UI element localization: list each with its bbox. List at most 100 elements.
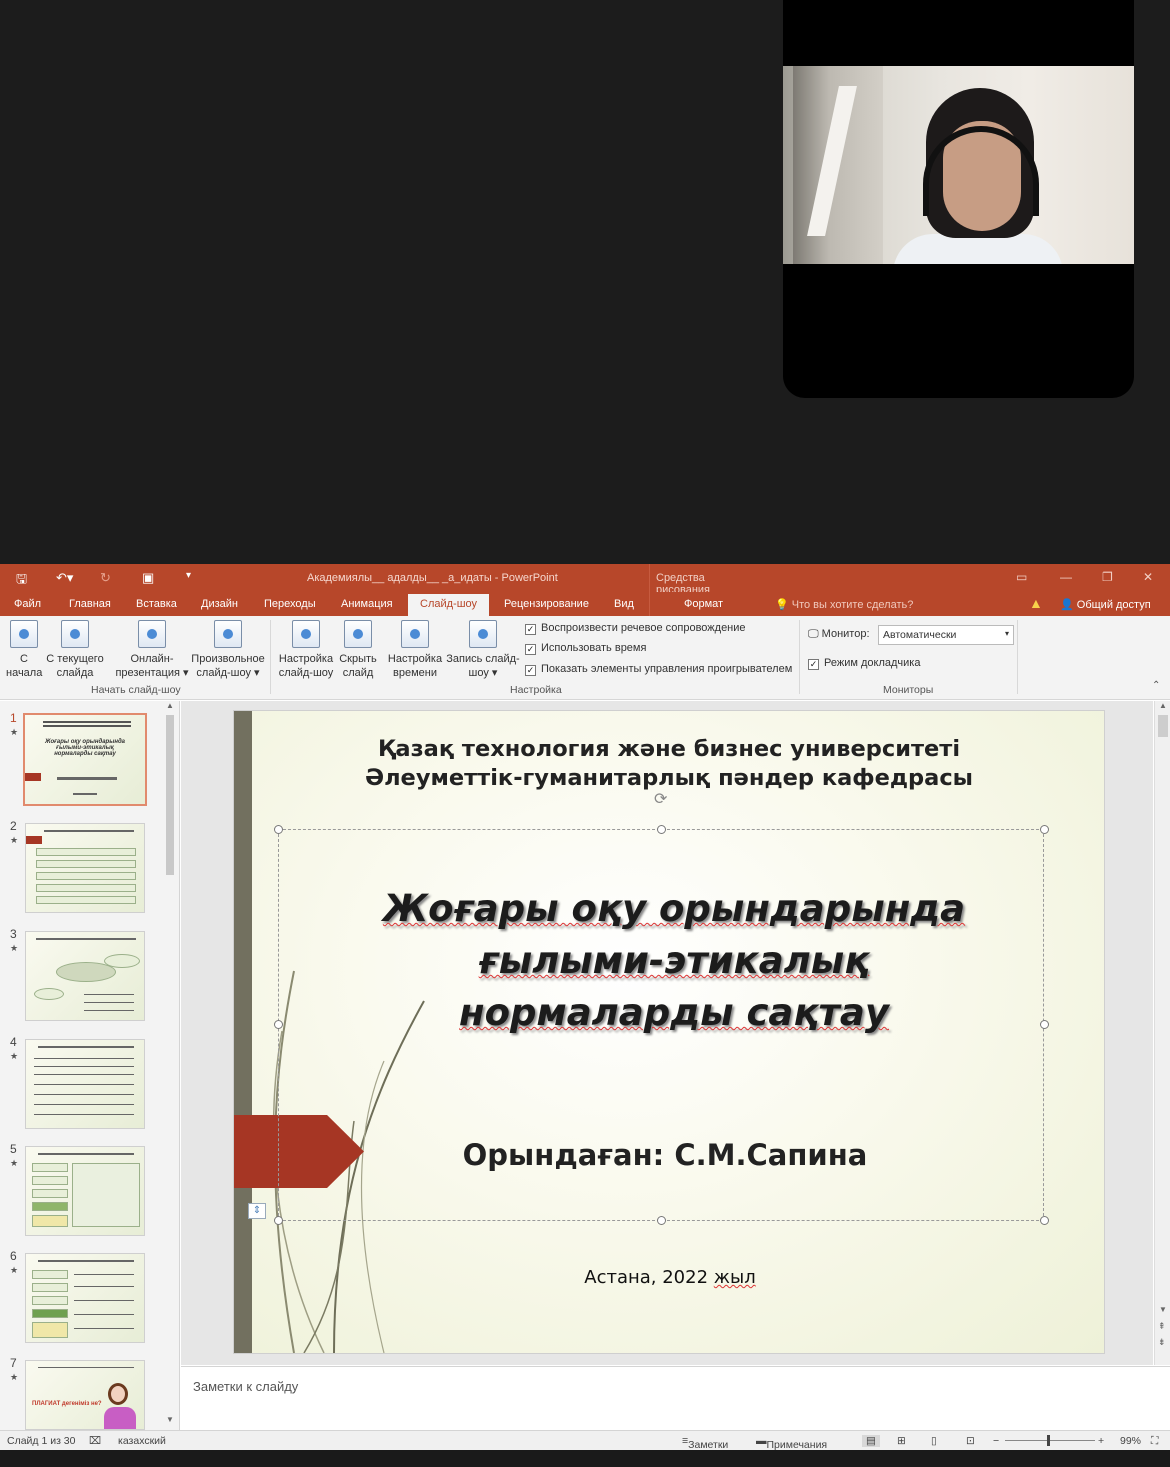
resize-handle[interactable]	[274, 1020, 283, 1029]
from-current-slide-button[interactable]: С текущего слайда	[45, 620, 105, 680]
animation-star-icon: ★	[10, 835, 19, 845]
collapse-ribbon-icon[interactable]: ⌃	[1152, 680, 1160, 691]
zoom-level[interactable]: 99%	[1120, 1435, 1141, 1447]
setup-slideshow-button[interactable]: Настройка слайд-шоу	[277, 620, 335, 680]
video-tile[interactable]	[783, 0, 1134, 398]
slide-city-year[interactable]: Астана, 2022 жыл	[235, 1267, 1104, 1288]
thumb-number: 3	[10, 927, 17, 941]
normal-view-icon[interactable]: ▤	[862, 1435, 880, 1447]
resize-handle[interactable]	[657, 825, 666, 834]
spellcheck-icon[interactable]: ⌧	[89, 1435, 101, 1447]
show-media-controls-checkbox[interactable]: ✓ Показать элементы управления проигрыват…	[525, 663, 792, 676]
custom-slideshow-button[interactable]: Произвольное слайд-шоу ▾	[190, 620, 266, 680]
checkmark-icon: ✓	[525, 665, 536, 676]
checkmark-icon: ✓	[808, 659, 819, 670]
slide-thumbnail-3[interactable]	[25, 931, 145, 1021]
zoom-out-icon[interactable]: −	[993, 1435, 999, 1447]
present-online-button[interactable]: Онлайн-презентация ▾	[115, 620, 189, 680]
slide-thumbnails-pane: 1 ★ Жоғары оқу орындарында ғылыми-этикал…	[0, 701, 180, 1431]
resize-handle[interactable]	[274, 825, 283, 834]
current-slide[interactable]: Қазақ технология және бизнес университет…	[234, 711, 1104, 1353]
slide-thumbnail-7[interactable]: ПЛАГИАТ дегеніміз не?	[25, 1360, 145, 1430]
tab-design[interactable]: Дизайн	[201, 598, 238, 610]
slideshow-view-icon[interactable]: ⊡	[966, 1435, 975, 1447]
slide-thumbnail-1[interactable]: Жоғары оқу орындарында ғылыми-этикалық н…	[23, 713, 147, 806]
status-bar: Слайд 1 из 30 ⌧ казахский ≡ Заметки ▬ Пр…	[0, 1430, 1170, 1451]
tab-insert[interactable]: Вставка	[136, 598, 177, 610]
slide-sorter-icon[interactable]: ⊞	[897, 1435, 906, 1447]
minimize-icon[interactable]: —	[1060, 570, 1072, 584]
tab-transitions[interactable]: Переходы	[264, 598, 316, 610]
share-button[interactable]: 👤 Общий доступ	[1060, 598, 1151, 611]
undo-icon[interactable]: ↶▾	[56, 570, 73, 586]
tab-animations[interactable]: Анимация	[341, 598, 393, 610]
record-slideshow-button[interactable]: Запись слайд-шоу ▾	[446, 620, 520, 680]
next-slide-icon[interactable]: ⇟	[1158, 1337, 1166, 1348]
resize-handle[interactable]	[274, 1216, 283, 1225]
group-label-setup: Настройка	[510, 684, 562, 696]
setup-show-icon	[292, 620, 320, 648]
rehearse-timings-button[interactable]: Настройка времени	[386, 620, 444, 680]
thumbnails-scrollbar[interactable]: ▲ ▼	[164, 701, 176, 1427]
zoom-slider[interactable]	[1005, 1440, 1095, 1441]
comments-toggle[interactable]: ▬ Примечания	[756, 1435, 827, 1451]
autofit-options-icon[interactable]: ⇕	[248, 1203, 266, 1219]
scroll-down-icon[interactable]: ▼	[166, 1415, 174, 1424]
fit-to-window-icon[interactable]: ⛶	[1151, 1435, 1158, 1448]
tab-view[interactable]: Вид	[614, 598, 634, 610]
tab-home[interactable]: Главная	[69, 598, 111, 610]
notes-toggle[interactable]: ≡ Заметки	[682, 1435, 728, 1451]
group-label-start: Начать слайд-шоу	[91, 684, 181, 696]
tell-me-box[interactable]: 💡 Что вы хотите сделать?	[775, 598, 913, 611]
screen: 🖫 ↶▾ ↻ ▣ ▾ Академиялы__ адалды__ _а_идат…	[0, 0, 1170, 1467]
resize-handle[interactable]	[657, 1216, 666, 1225]
slide-author[interactable]: Орындаған: С.М.Сапина	[234, 1138, 1100, 1172]
monitor-select[interactable]: Автоматически ▾	[878, 625, 1014, 645]
tab-format[interactable]: Формат	[649, 592, 759, 616]
restore-icon[interactable]: ❐	[1102, 570, 1113, 584]
play-narrations-checkbox[interactable]: ✓ Воспроизвести речевое сопровождение	[525, 622, 746, 635]
tab-file[interactable]: Файл	[14, 598, 41, 610]
scroll-up-icon[interactable]: ▲	[1159, 701, 1167, 710]
title-bar: 🖫 ↶▾ ↻ ▣ ▾ Академиялы__ адалды__ _а_идат…	[0, 564, 1170, 596]
resize-handle[interactable]	[1040, 1216, 1049, 1225]
warning-icon[interactable]: ▲	[1029, 595, 1043, 611]
rotate-handle-icon[interactable]: ⟳	[654, 789, 667, 809]
slide-thumbnail-6[interactable]	[25, 1253, 145, 1343]
previous-slide-icon[interactable]: ⇞	[1158, 1321, 1166, 1332]
use-timings-checkbox[interactable]: ✓ Использовать время	[525, 642, 646, 655]
checkmark-icon: ✓	[525, 644, 536, 655]
cartoon-girl-icon	[108, 1383, 128, 1405]
present-from-start-icon[interactable]: ▣	[142, 570, 154, 586]
customize-qat-icon[interactable]: ▾	[186, 570, 191, 581]
presenter-view-checkbox[interactable]: ✓ Режим докладчика	[808, 657, 920, 670]
tab-review[interactable]: Рецензирование	[504, 598, 589, 610]
slide-thumbnail-4[interactable]	[25, 1039, 145, 1129]
custom-show-icon	[214, 620, 242, 648]
save-icon[interactable]: 🖫	[16, 570, 27, 592]
monitor-label: 🖵 Монитор:	[808, 628, 870, 640]
animation-star-icon: ★	[10, 727, 19, 737]
resize-handle[interactable]	[1040, 825, 1049, 834]
slide-thumbnail-5[interactable]	[25, 1146, 145, 1236]
scroll-down-icon[interactable]: ▼	[1159, 1305, 1167, 1314]
language-indicator[interactable]: казахский	[118, 1435, 166, 1447]
slide-counter: Слайд 1 из 30	[7, 1435, 76, 1447]
taskbar-strip	[0, 1450, 1170, 1467]
zoom-in-icon[interactable]: +	[1098, 1435, 1104, 1447]
resize-handle[interactable]	[1040, 1020, 1049, 1029]
from-beginning-button[interactable]: Сначала	[6, 620, 42, 680]
close-icon[interactable]: ✕	[1143, 570, 1153, 584]
slide-title[interactable]: Жоғары оқу орындарында ғылыми-этикалық н…	[334, 883, 1014, 1039]
slide-scrollbar[interactable]: ▲ ▼ ⇞ ⇟	[1154, 701, 1170, 1365]
tab-slideshow[interactable]: Слайд-шоу	[408, 594, 490, 616]
redo-icon[interactable]: ↻	[100, 570, 111, 586]
checkmark-icon: ✓	[525, 624, 536, 635]
zoom-slider-knob[interactable]	[1047, 1435, 1050, 1446]
slide-thumbnail-2[interactable]	[25, 823, 145, 913]
notes-pane[interactable]: Заметки к слайду	[181, 1366, 1170, 1431]
reading-view-icon[interactable]: ▯	[931, 1435, 937, 1447]
hide-slide-button[interactable]: Скрыть слайд	[337, 620, 379, 680]
ribbon-options-icon[interactable]: ▭	[1016, 570, 1027, 584]
scroll-up-icon[interactable]: ▲	[166, 701, 174, 710]
